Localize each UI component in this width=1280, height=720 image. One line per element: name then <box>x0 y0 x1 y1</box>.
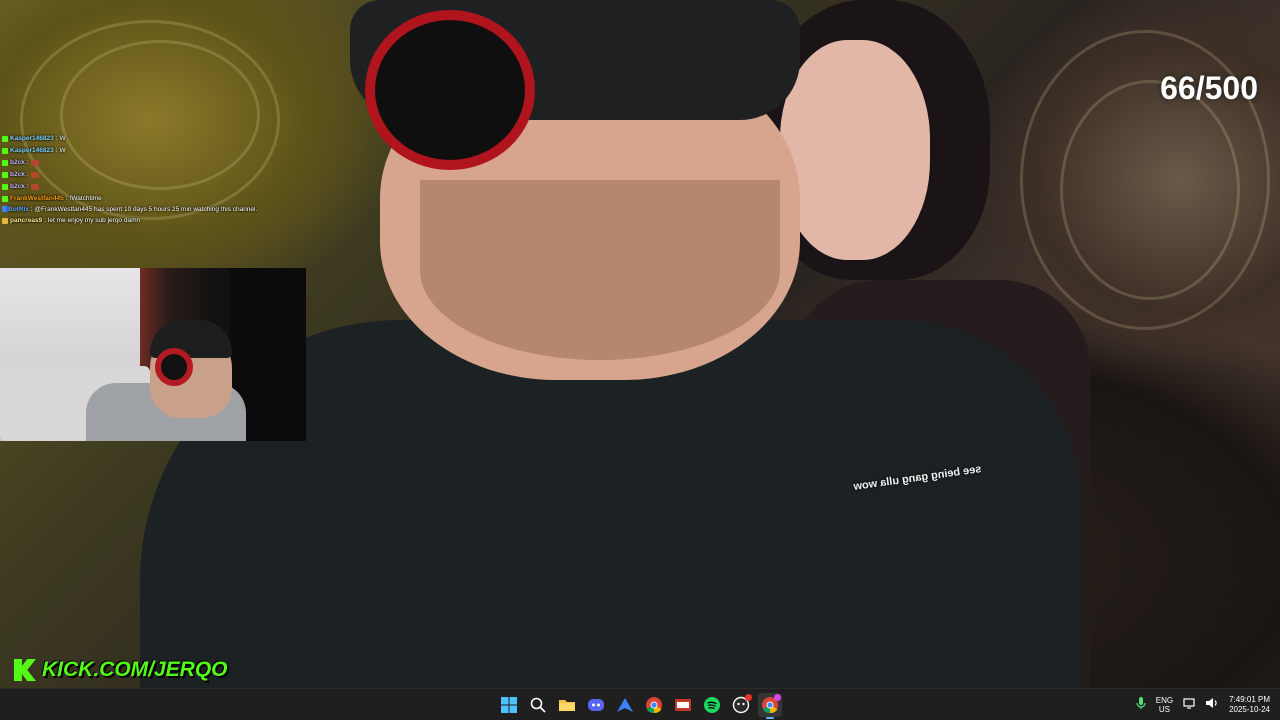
search-icon <box>530 697 546 713</box>
chrome-icon <box>646 697 662 714</box>
chat-emote-icon <box>30 172 39 178</box>
clock-time: 7:49:01 PM <box>1229 695 1270 704</box>
chat-text: !Watchtime <box>69 195 102 202</box>
system-tray: ENG US 7:49:01 PM 2025-10-24 <box>1136 689 1280 720</box>
microphone-icon[interactable] <box>1136 696 1146 715</box>
chat-badge-icon <box>2 184 8 190</box>
taskbar-apps <box>497 693 782 719</box>
background-swirl <box>1060 80 1240 300</box>
spotify-icon <box>704 697 720 713</box>
chat-username[interactable]: pancreas9 <box>10 215 42 227</box>
language-indicator[interactable]: ENG US <box>1156 696 1173 714</box>
chat-message: FrankWestfan445 : !Watchtime <box>2 193 262 205</box>
search-button[interactable] <box>526 693 550 717</box>
chat-message: b2ck : <box>2 169 262 181</box>
chat-separator: : <box>26 159 29 166</box>
region-code: US <box>1158 705 1170 714</box>
game-app-button[interactable] <box>729 693 753 717</box>
spotify-button[interactable] <box>700 693 724 717</box>
discord-button[interactable] <box>584 693 608 717</box>
chat-text: let me enjoy my sub jerqo damn <box>47 217 141 224</box>
chat-emote-icon <box>30 184 39 190</box>
language-code: ENG <box>1155 696 1174 705</box>
chat-separator: : <box>65 195 68 202</box>
chat-username[interactable]: Kasper146823 <box>10 145 54 157</box>
chrome-button[interactable] <box>642 693 666 717</box>
chat-username[interactable]: BotRix <box>8 206 29 213</box>
kick-url-text: KICK.COM/JERQO <box>42 658 228 681</box>
chat-message: Kasper146823 : W <box>2 133 262 145</box>
app-button[interactable] <box>613 693 637 717</box>
windows-logo-icon <box>501 697 517 713</box>
obs-button[interactable] <box>671 693 695 717</box>
recorder-icon <box>675 699 691 711</box>
goal-counter: 66/500 <box>1160 70 1258 106</box>
notification-badge <box>774 694 781 701</box>
chat-emote-icon <box>30 160 39 166</box>
chat-username[interactable]: FrankWestfan445 <box>10 193 64 205</box>
chat-message: b2ck : <box>2 157 262 169</box>
chat-separator: : <box>26 171 29 178</box>
kick-channel-url: KICK.COM/JERQO <box>14 658 228 682</box>
chat-text: W <box>59 135 66 142</box>
chat-badge-icon <box>2 136 8 142</box>
system-clock[interactable]: 7:49:01 PM 2025-10-24 <box>1229 695 1270 715</box>
discord-icon <box>588 699 604 711</box>
chat-message: pancreas9 : let me enjoy my sub jerqo da… <box>2 215 262 227</box>
volume-icon[interactable] <box>1205 696 1219 714</box>
display-icon[interactable] <box>1183 696 1195 714</box>
chat-message: b2ck : <box>2 181 262 193</box>
kick-logo-icon <box>14 659 36 681</box>
windows-taskbar: ENG US 7:49:01 PM 2025-10-24 <box>0 688 1280 720</box>
chat-username[interactable]: b2ck <box>10 181 25 193</box>
chat-badge-icon <box>2 196 8 202</box>
chat-separator: : <box>26 183 29 190</box>
arrow-app-icon <box>617 698 633 712</box>
chat-badge-icon <box>2 218 8 224</box>
chat-badge-icon <box>2 148 8 154</box>
headset-icon <box>155 348 193 386</box>
notification-badge <box>745 694 752 701</box>
chat-badge-icon <box>2 160 8 166</box>
chat-text: W <box>59 147 66 154</box>
folder-icon <box>559 700 575 711</box>
chat-overlay: Kasper146823 : W Kasper146823 : Wb2ck : b… <box>2 133 262 227</box>
chat-username[interactable]: b2ck <box>10 157 25 169</box>
chat-separator: : <box>55 135 58 142</box>
chrome-active-button[interactable] <box>758 693 782 719</box>
start-button[interactable] <box>497 693 521 717</box>
chat-message: Kasper146823 : W <box>2 145 262 157</box>
chat-message: BotRix : @FrankWestfan445 has spent 10 d… <box>2 205 262 215</box>
file-explorer-button[interactable] <box>555 693 579 717</box>
clock-date: 2025-10-24 <box>1229 705 1270 714</box>
chat-separator: : <box>55 147 58 154</box>
chat-text: @FrankWestfan445 has spent 10 days 5 hou… <box>34 206 258 213</box>
chat-separator: : <box>44 217 46 224</box>
chat-username[interactable]: Kasper146823 <box>10 133 54 145</box>
chat-badge-icon <box>2 172 8 178</box>
chat-username[interactable]: b2ck <box>10 169 25 181</box>
webcam-feed <box>0 268 306 441</box>
